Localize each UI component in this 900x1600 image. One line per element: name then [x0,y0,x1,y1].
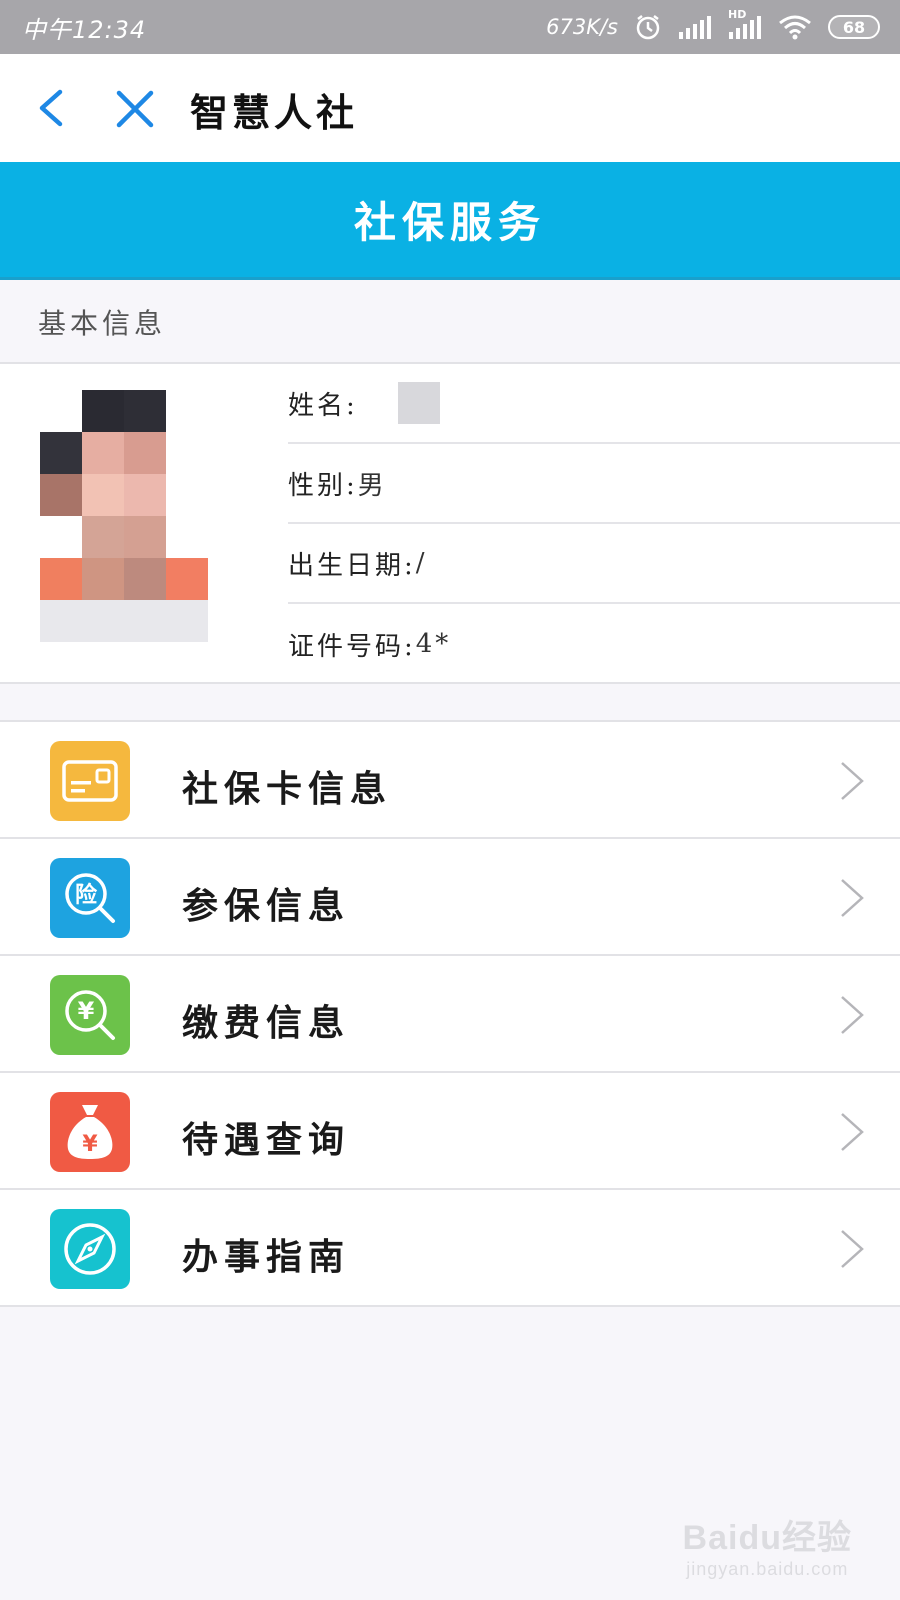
info-list: 姓名: 性别: 男 出生日期: / 证件号码: 4* [288,364,900,686]
menu-label-service-guide: 办事指南 [182,1236,351,1278]
gender-label: 性别: [288,470,358,501]
redacted-name-block [397,382,440,424]
network-speed: 673K/s [546,15,618,39]
service-title: 社保服务 [353,198,546,247]
info-row-birthdate: 出生日期: / [288,524,900,604]
close-icon[interactable] [114,88,156,130]
status-icons: 673K/s HD 68 [546,8,880,41]
chevron-right-icon [838,1111,866,1153]
status-bar: 中午12:34 673K/s HD 68 [0,0,900,54]
payment-glyph: ¥ [78,997,95,1025]
service-menu: 社保卡信息 险 参保信息 ¥ 缴费信息 ¥ 待遇查询 办事指南 [0,720,900,1307]
battery-indicator: 68 [828,15,880,39]
status-time: 中午12:34 [22,15,147,44]
id-number-label: 证件号码: [288,631,416,662]
wifi-icon [778,14,812,40]
menu-item-social-security-card[interactable]: 社保卡信息 [0,722,900,839]
info-row-id-number: 证件号码: 4* [288,604,900,684]
compass-icon [50,1209,130,1289]
chevron-right-icon [838,760,866,802]
birthdate-value: / [415,548,428,578]
watermark-main: Baidu经验 [682,1519,852,1557]
benefit-glyph: ¥ [82,1132,98,1157]
menu-item-insurance-info[interactable]: 险 参保信息 [0,839,900,956]
alarm-icon [634,13,662,41]
name-label: 姓名: [288,390,358,421]
id-number-value: 4* [415,629,452,659]
money-bag-icon: ¥ [50,1092,130,1172]
info-row-name: 姓名: [288,364,900,444]
birthdate-label: 出生日期: [288,550,416,581]
watermark-sub: jingyan.baidu.com [686,1559,849,1579]
signal-icon [678,14,712,40]
menu-label-payment-info: 缴费信息 [182,1002,351,1044]
payment-search-icon: ¥ [50,975,130,1055]
menu-item-service-guide[interactable]: 办事指南 [0,1190,900,1307]
avatar [40,390,208,642]
chevron-right-icon [838,877,866,919]
info-row-gender: 性别: 男 [288,444,900,524]
menu-label-benefit-query: 待遇查询 [182,1119,351,1161]
insurance-glyph: 险 [75,882,98,908]
chevron-right-icon [838,994,866,1036]
menu-item-benefit-query[interactable]: ¥ 待遇查询 [0,1073,900,1190]
baidu-watermark: Baidu经验 jingyan.baidu.com [683,1510,852,1580]
menu-label-social-security-card: 社保卡信息 [182,768,393,810]
menu-label-insurance-info: 参保信息 [182,885,351,927]
back-icon[interactable] [32,86,72,130]
service-header: 社保服务 [0,162,900,280]
menu-item-payment-info[interactable]: ¥ 缴费信息 [0,956,900,1073]
basic-info-label: 基本信息 [38,307,167,340]
nav-bar: 智慧人社 [0,54,900,162]
card-icon [50,741,130,821]
signal-hd-icon: HD [728,8,762,40]
page-title: 智慧人社 [190,90,359,135]
hd-label: HD [728,8,747,21]
insurance-search-icon: 险 [50,858,130,938]
basic-info-card: 姓名: 性别: 男 出生日期: / 证件号码: 4* [0,362,900,684]
chevron-right-icon [838,1228,866,1270]
gender-value: 男 [357,470,387,501]
